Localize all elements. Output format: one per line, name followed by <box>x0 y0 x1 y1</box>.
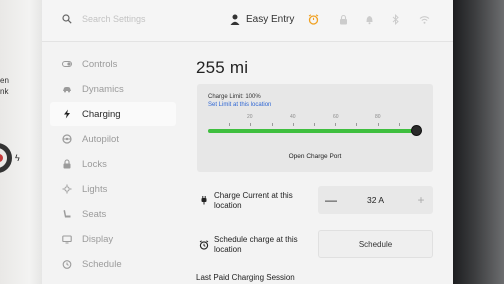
background-edge: en nk ϟ <box>0 0 42 284</box>
slider-handle[interactable] <box>410 125 422 136</box>
sidebar-item-controls[interactable]: Controls <box>50 52 176 76</box>
driver-profile[interactable]: Easy Entry <box>230 14 294 25</box>
search-input[interactable] <box>82 14 192 24</box>
sidebar-item-locks[interactable]: Locks <box>50 152 176 176</box>
sidebar-item-label: Schedule <box>82 258 122 270</box>
sidebar-item-label: Controls <box>82 58 118 70</box>
search-box[interactable] <box>62 14 192 24</box>
sidebar-item-autopilot[interactable]: Autopilot <box>50 127 176 151</box>
alarm-icon[interactable] <box>308 14 319 25</box>
last-paid-session-heading: Last Paid Charging Session <box>196 273 295 282</box>
charge-limit-card: Charge Limit: 100% Set Limit at this loc… <box>197 84 433 172</box>
sidebar-item-label: Locks <box>82 158 107 170</box>
slider-tick-mark <box>229 123 231 126</box>
charge-current-stepper: — 32 A + <box>318 186 433 214</box>
slider-tick-mark <box>356 123 358 126</box>
increase-current-button[interactable]: + <box>414 193 428 207</box>
sidebar-item-lights[interactable]: Lights <box>50 177 176 201</box>
slider-tick-mark <box>377 123 379 126</box>
steering-wheel-icon <box>60 134 74 144</box>
slider-tick-mark <box>292 123 294 126</box>
sidebar-item-label: Seats <box>82 208 107 220</box>
screen-bezel <box>453 0 504 284</box>
settings-sidebar: Controls Dynamics Charging Autopilot Loc… <box>42 42 190 284</box>
range-display: 255 mi <box>196 58 249 77</box>
sidebar-item-label: Dynamics <box>82 83 124 95</box>
sidebar-item-schedule[interactable]: Schedule <box>50 252 176 276</box>
top-bar: Easy Entry <box>42 0 453 42</box>
sidebar-item-label: Autopilot <box>82 133 119 145</box>
sidebar-item-display[interactable]: Display <box>50 227 176 251</box>
edge-text-fragment: nk <box>0 87 9 96</box>
toggle-icon <box>60 59 74 69</box>
display-icon <box>60 234 74 244</box>
sidebar-item-charging[interactable]: Charging <box>50 102 176 126</box>
charge-limit-label: Charge Limit: 100% <box>208 94 261 100</box>
seat-icon <box>60 209 74 219</box>
bell-icon[interactable] <box>364 14 375 25</box>
car-wheel-icon <box>0 143 12 173</box>
slider-tick-label: 40 <box>290 114 296 120</box>
slider-tick-label: 20 <box>247 114 253 120</box>
schedule-button[interactable]: Schedule <box>318 230 433 258</box>
edge-text-fragment: en <box>0 76 9 85</box>
profile-name: Easy Entry <box>246 14 295 25</box>
bolt-icon: ϟ <box>15 153 20 163</box>
wifi-icon[interactable] <box>419 14 430 25</box>
profile-icon <box>230 14 240 25</box>
open-charge-port-button[interactable]: Open Charge Port <box>197 153 433 160</box>
slider-tick-mark <box>271 123 273 126</box>
sidebar-item-seats[interactable]: Seats <box>50 202 176 226</box>
sidebar-item-dynamics[interactable]: Dynamics <box>50 77 176 101</box>
sidebar-item-label: Display <box>82 233 114 245</box>
slider-tick-label: 60 <box>333 114 339 120</box>
charge-limit-slider[interactable] <box>208 129 420 133</box>
settings-screen: Easy Entry Controls Dynamics Charging <box>42 0 453 284</box>
light-icon <box>60 184 74 194</box>
charger-plug-icon <box>199 195 209 205</box>
slider-fill <box>208 129 420 133</box>
schedule-charge-label: Schedule charge at this location <box>214 235 298 254</box>
slider-tick-label: 80 <box>375 114 381 120</box>
slider-tick-mark <box>398 123 400 126</box>
sidebar-item-label: Lights <box>82 183 108 195</box>
slider-tick-mark <box>335 123 337 126</box>
bluetooth-icon[interactable] <box>390 14 401 25</box>
sidebar-item-label: Charging <box>82 108 121 120</box>
set-limit-link[interactable]: Set Limit at this location <box>208 102 271 108</box>
alarm-clock-icon <box>199 240 209 250</box>
slider-tick-mark <box>250 123 252 126</box>
lock-icon[interactable] <box>338 14 349 25</box>
clock-icon <box>60 259 74 269</box>
lock-icon <box>60 159 74 169</box>
bolt-icon <box>60 109 74 119</box>
charge-current-label: Charge Current at this location <box>214 191 293 210</box>
car-icon <box>60 84 74 94</box>
search-icon <box>62 14 72 24</box>
slider-tick-mark <box>314 123 315 126</box>
